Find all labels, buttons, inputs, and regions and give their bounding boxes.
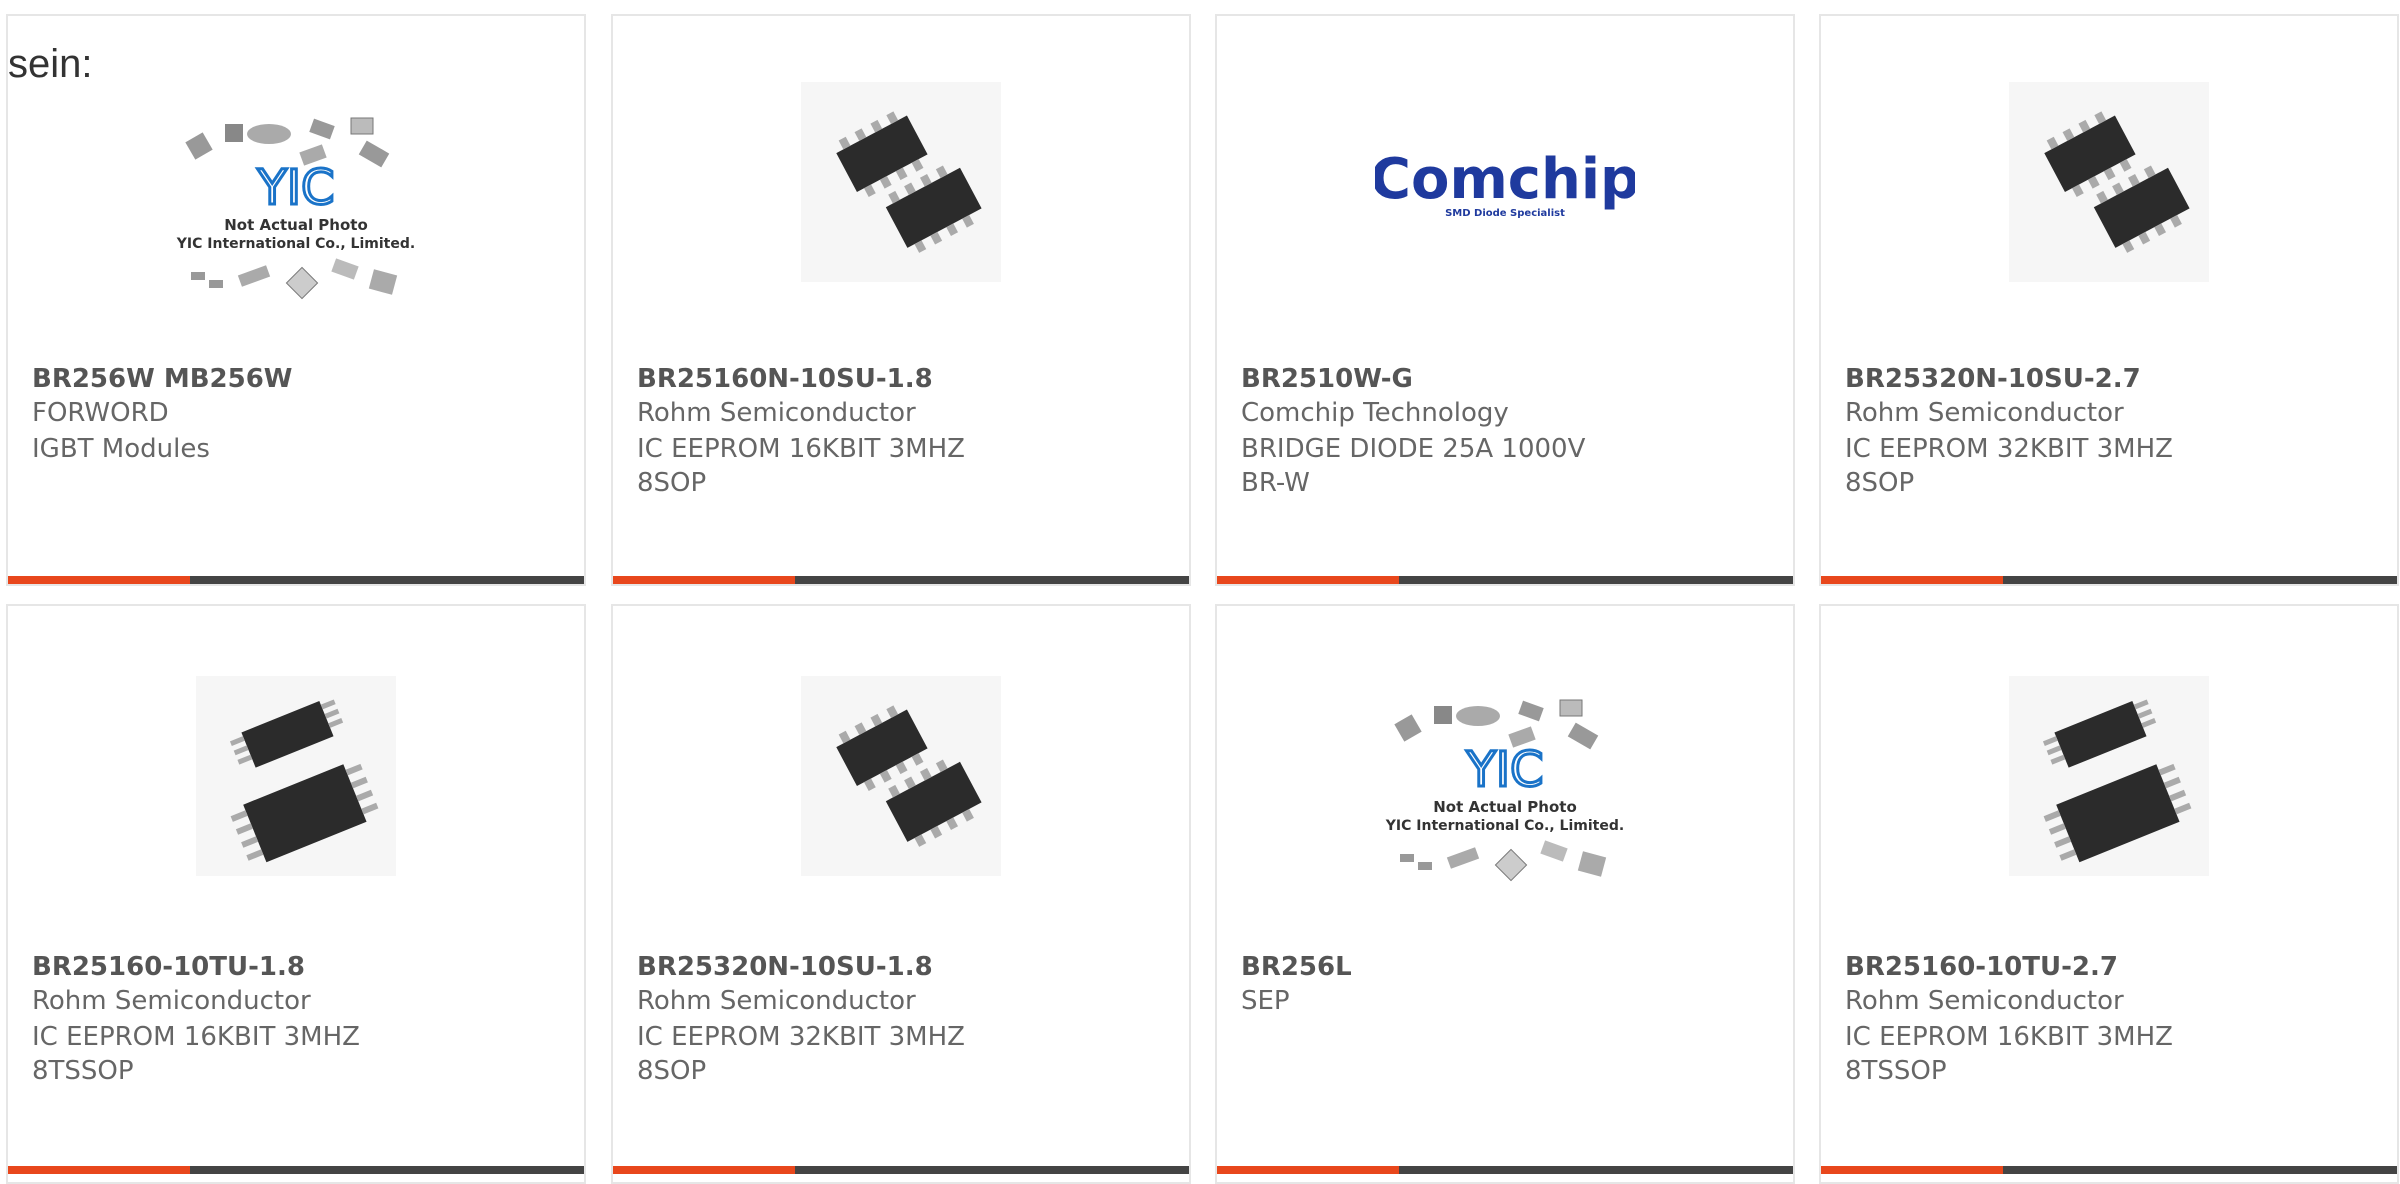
product-card[interactable]: BR25160N-10SU-1.8 Rohm Semiconductor IC … [611,14,1191,586]
svg-text:YIC: YIC [257,160,335,216]
product-description: IC EEPROM 16KBIT 3MHZ 8SOP [637,434,965,498]
chip-image [801,82,1001,282]
product-part-number[interactable]: BR256L [1241,952,1352,982]
product-manufacturer: Rohm Semiconductor [1845,398,2124,428]
product-card[interactable]: BR25320N-10SU-1.8 Rohm Semiconductor IC … [611,604,1191,1184]
product-manufacturer: SEP [1241,986,1290,1016]
product-manufacturer: Comchip Technology [1241,398,1509,428]
svg-text:YIC: YIC [1466,742,1544,798]
product-part-number[interactable]: BR256W MB256W [32,364,292,394]
product-manufacturer: Rohm Semiconductor [1845,986,2124,1016]
product-part-number[interactable]: BR25160N-10SU-1.8 [637,364,933,394]
product-description: IC EEPROM 16KBIT 3MHZ 8TSSOP [32,1022,360,1086]
product-card[interactable]: BR25160-10TU-2.7 Rohm Semiconductor IC E… [1819,604,2399,1184]
product-card[interactable]: Comchip SMD Diode Specialist BR2510W-G C… [1215,14,1795,586]
product-part-number[interactable]: BR25160-10TU-2.7 [1845,952,2118,982]
logo-text: Comchip [1375,147,1635,212]
photo-note-1: Not Actual Photo [1433,798,1577,816]
chip-image [2009,82,2209,282]
product-part-number[interactable]: BR25320N-10SU-2.7 [1845,364,2141,394]
product-manufacturer: FORWORD [32,398,169,428]
product-image-placeholder: YIC Not Actual Photo YIC International C… [1370,694,1640,934]
product-part-number[interactable]: BR25320N-10SU-1.8 [637,952,933,982]
card-bottom-bar [8,576,584,584]
card-bottom-bar [1821,576,2397,584]
product-card[interactable]: YIC Not Actual Photo YIC International C… [6,14,586,586]
photo-note-2: YIC International Co., Limited. [1385,818,1624,834]
logo-tagline: SMD Diode Specialist [1445,208,1565,219]
photo-note-2: YIC International Co., Limited. [176,236,415,252]
product-description: BRIDGE DIODE 25A 1000V BR-W [1241,434,1586,498]
product-part-number[interactable]: BR25160-10TU-1.8 [32,952,305,982]
product-manufacturer: Rohm Semiconductor [637,398,916,428]
card-bottom-bar [1217,576,1793,584]
product-description: IGBT Modules [32,434,210,464]
photo-note-1: Not Actual Photo [224,216,368,234]
product-card[interactable]: BR25320N-10SU-2.7 Rohm Semiconductor IC … [1819,14,2399,586]
product-description: IC EEPROM 16KBIT 3MHZ 8TSSOP [1845,1022,2173,1086]
comchip-logo: Comchip SMD Diode Specialist [1375,146,1635,246]
product-card[interactable]: BR25160-10TU-1.8 Rohm Semiconductor IC E… [6,604,586,1184]
product-manufacturer: Rohm Semiconductor [637,986,916,1016]
chip-image [801,676,1001,876]
product-image-placeholder: YIC Not Actual Photo YIC International C… [161,112,431,352]
chip-image [196,676,396,876]
card-bottom-bar [613,576,1189,584]
product-description: IC EEPROM 32KBIT 3MHZ 8SOP [637,1022,965,1086]
product-part-number[interactable]: BR2510W-G [1241,364,1413,394]
product-description: IC EEPROM 32KBIT 3MHZ 8SOP [1845,434,2173,498]
product-card[interactable]: YIC Not Actual Photo YIC International C… [1215,604,1795,1184]
product-manufacturer: Rohm Semiconductor [32,986,311,1016]
chip-image [2009,676,2209,876]
lead-text: sein: [8,42,93,86]
